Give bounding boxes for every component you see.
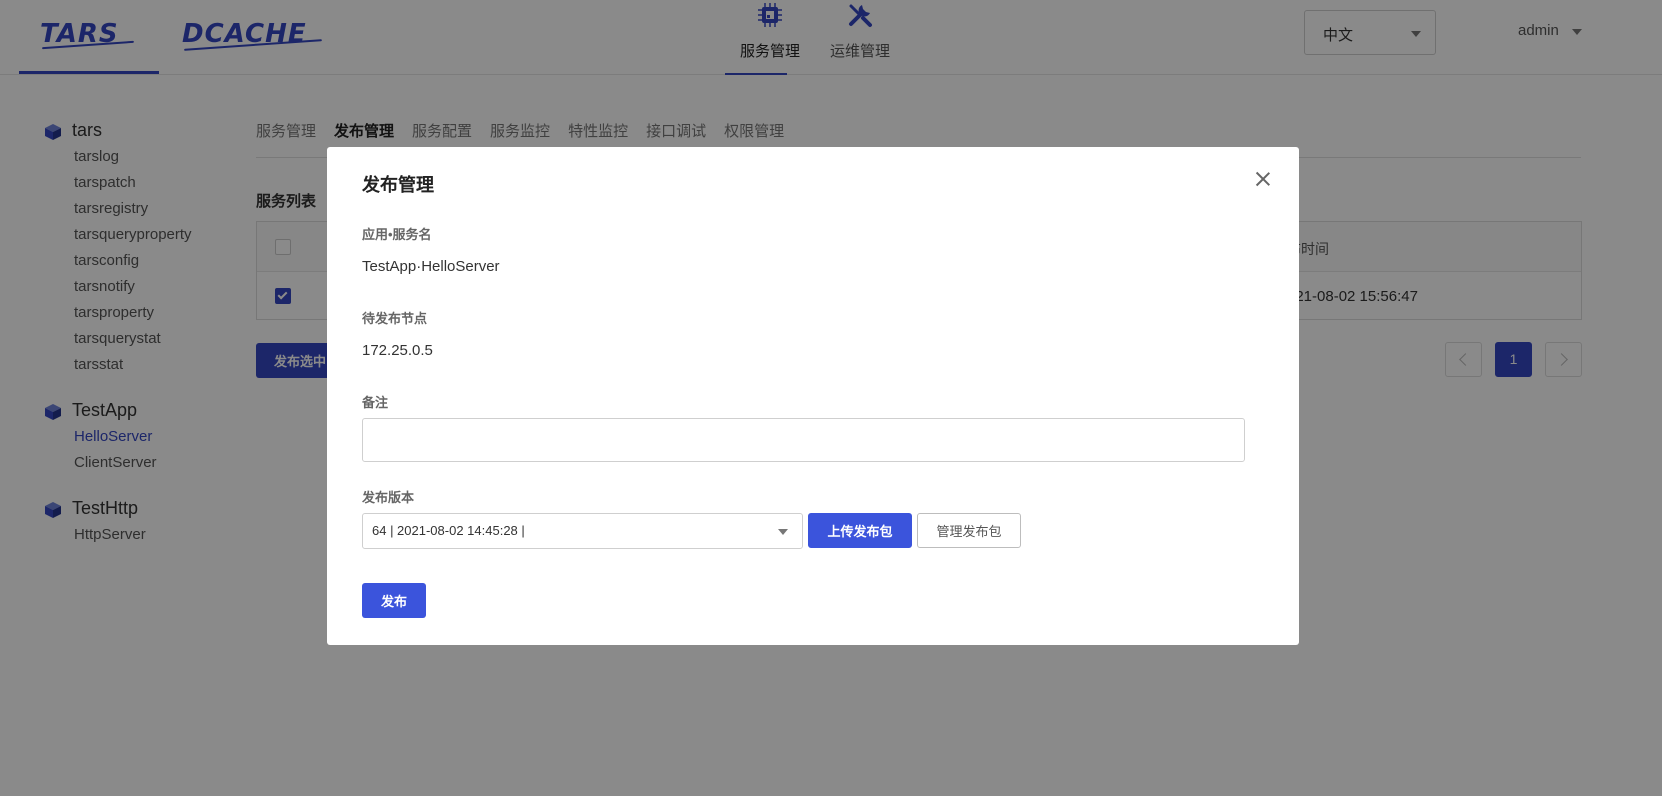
app-server-label: 应用•服务名	[362, 227, 432, 242]
chevron-down-icon	[778, 529, 788, 535]
modal-title: 发布管理	[362, 175, 434, 195]
remark-input[interactable]	[362, 418, 1245, 462]
version-label: 发布版本	[362, 490, 415, 505]
nodes-value: 172.25.0.5	[362, 342, 433, 359]
publish-button[interactable]: 发布	[362, 583, 426, 618]
upload-package-button[interactable]: 上传发布包	[808, 513, 912, 548]
nodes-label: 待发布节点	[362, 311, 428, 326]
app-server-value: TestApp·HelloServer	[362, 258, 500, 275]
close-icon[interactable]	[1253, 169, 1273, 189]
remark-label: 备注	[362, 395, 389, 410]
version-select-value: 64 | 2021-08-02 14:45:28 |	[372, 523, 525, 538]
version-select[interactable]: 64 | 2021-08-02 14:45:28 |	[362, 513, 803, 549]
publish-modal: 发布管理 应用•服务名 TestApp·HelloServer 待发布节点 17…	[327, 147, 1299, 645]
manage-packages-button[interactable]: 管理发布包	[917, 513, 1021, 548]
